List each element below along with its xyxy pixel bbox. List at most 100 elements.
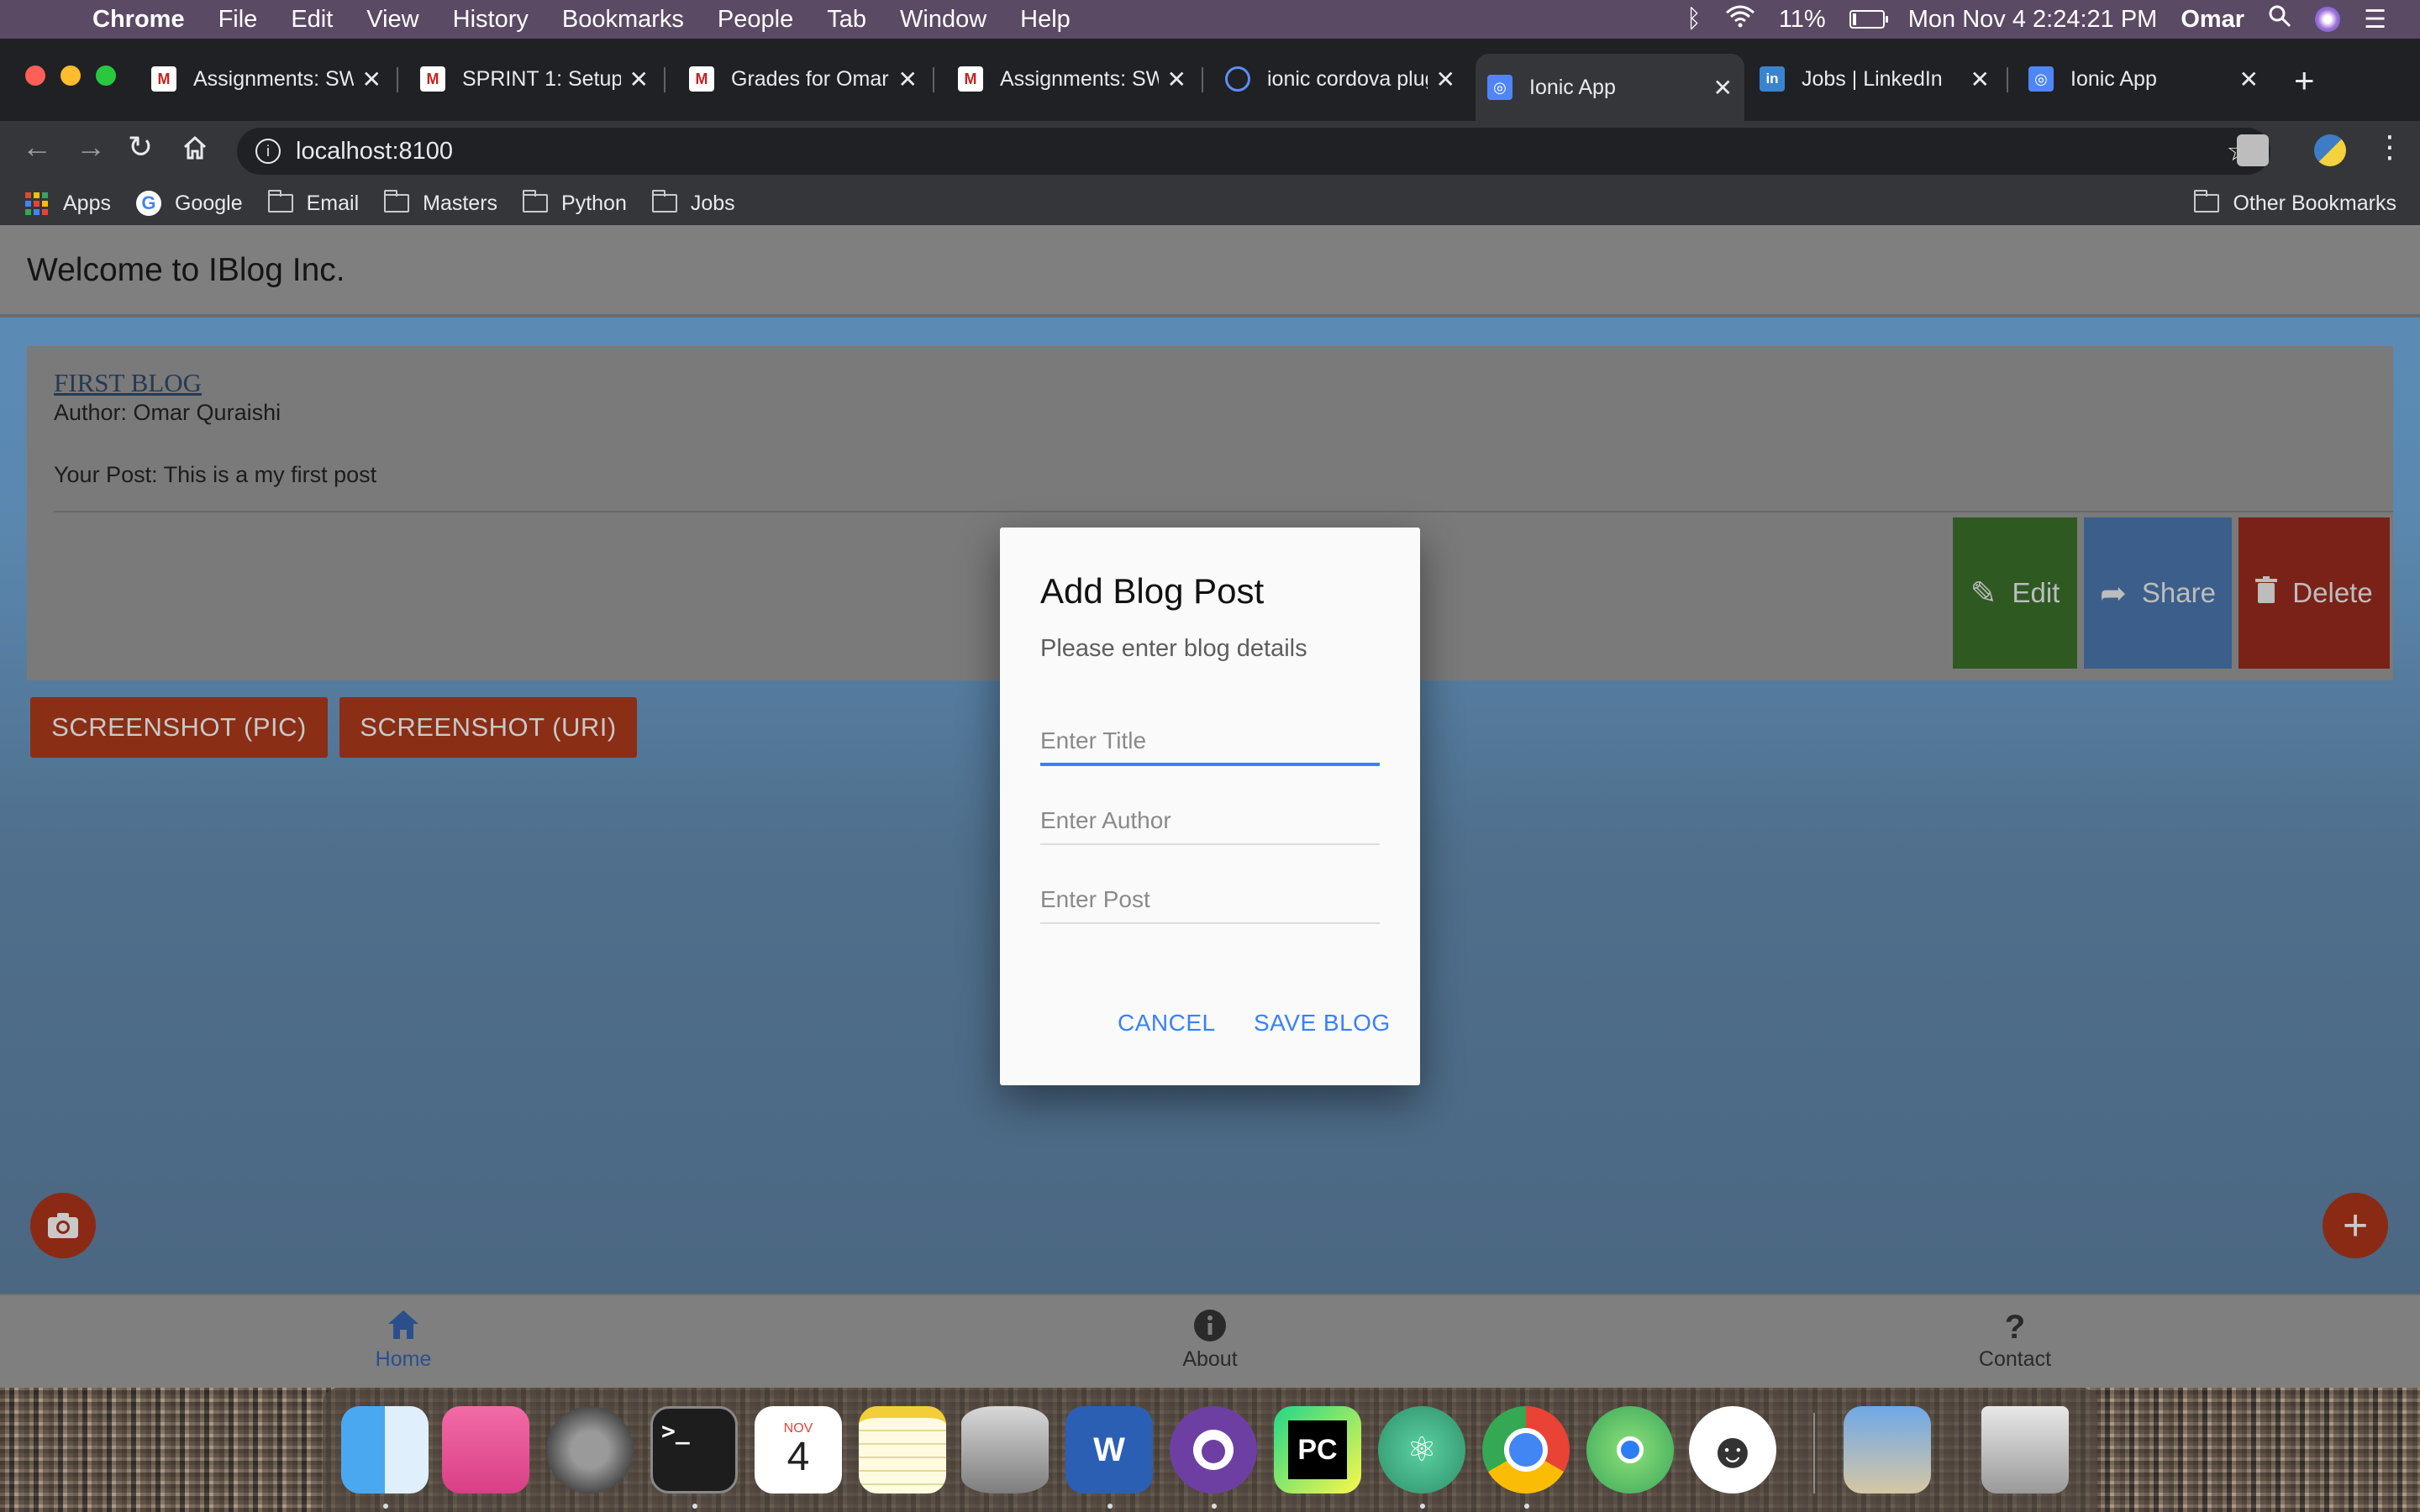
tab-contact[interactable]: ? Contact bbox=[1931, 1309, 2099, 1372]
close-tab-icon[interactable]: ✕ bbox=[2239, 66, 2259, 93]
author-input[interactable] bbox=[1040, 798, 1380, 845]
bookmark-folder-email[interactable]: Email bbox=[267, 190, 359, 216]
github-desktop-icon[interactable] bbox=[1170, 1406, 1257, 1494]
share-button[interactable]: ➦ Share bbox=[2084, 517, 2232, 669]
bluetooth-icon[interactable]: ᛒ bbox=[1686, 5, 1702, 34]
bookmark-folder-python[interactable]: Python bbox=[523, 190, 627, 216]
post-input[interactable] bbox=[1040, 877, 1380, 924]
minimize-window-button[interactable] bbox=[60, 66, 81, 86]
browser-tab-active[interactable]: ◎ Ionic App ✕ bbox=[1476, 54, 1744, 121]
menu-history[interactable]: History bbox=[453, 6, 529, 34]
notification-center-icon[interactable]: ☰ bbox=[2364, 5, 2386, 34]
zoom-window-button[interactable] bbox=[96, 66, 116, 86]
home-icon[interactable] bbox=[182, 133, 208, 168]
browser-tab[interactable]: in Jobs | LinkedIn ✕ bbox=[1748, 54, 2002, 104]
google-icon: G bbox=[135, 191, 161, 216]
edit-button[interactable]: ✎ Edit bbox=[1953, 517, 2077, 669]
user-name[interactable]: Omar bbox=[2181, 6, 2244, 34]
menu-app-name[interactable]: Chrome bbox=[92, 6, 185, 34]
find-my-icon[interactable] bbox=[1586, 1406, 1674, 1494]
system-preferences-icon[interactable] bbox=[546, 1406, 634, 1494]
running-indicator bbox=[1420, 1504, 1425, 1509]
add-post-fab-button[interactable]: + bbox=[2323, 1193, 2388, 1258]
forward-icon[interactable]: → bbox=[76, 129, 106, 165]
new-tab-button[interactable]: + bbox=[2294, 60, 2315, 101]
close-tab-icon[interactable]: ✕ bbox=[1713, 74, 1733, 102]
extension-icon[interactable] bbox=[2237, 134, 2269, 166]
macos-dock: >_ NOV 4 W PC ⚛ ☻ bbox=[323, 1388, 2097, 1512]
browser-tab[interactable]: ionic cordova plug ✕ bbox=[1213, 54, 1467, 104]
siri-icon[interactable] bbox=[2315, 7, 2341, 32]
close-tab-icon[interactable]: ✕ bbox=[1970, 66, 1990, 93]
screenshot-pic-button[interactable]: SCREENSHOT (PIC) bbox=[30, 697, 328, 758]
browser-tab[interactable]: M Assignments: SW ✕ bbox=[139, 54, 393, 104]
close-tab-icon[interactable]: ✕ bbox=[1167, 66, 1186, 93]
close-window-button[interactable] bbox=[25, 66, 45, 86]
other-bookmarks[interactable]: Other Bookmarks bbox=[2194, 190, 2396, 216]
cancel-button[interactable]: CANCEL bbox=[1118, 1010, 1216, 1037]
bookmark-folder-masters[interactable]: Masters bbox=[384, 190, 498, 216]
menu-people[interactable]: People bbox=[718, 6, 793, 34]
bookmark-google[interactable]: G Google bbox=[135, 191, 243, 216]
word-icon[interactable]: W bbox=[1065, 1406, 1153, 1494]
tab-label: SPRINT 1: Setup F bbox=[462, 66, 621, 91]
close-tab-icon[interactable]: ✕ bbox=[362, 66, 381, 93]
battery-icon[interactable] bbox=[1849, 10, 1888, 29]
reload-icon[interactable]: ↻ bbox=[128, 129, 153, 165]
close-tab-icon[interactable]: ✕ bbox=[898, 66, 918, 93]
cleanmymac-icon[interactable] bbox=[442, 1406, 529, 1494]
delete-button[interactable]: Delete bbox=[2238, 517, 2390, 669]
screenshot-uri-button[interactable]: SCREENSHOT (URI) bbox=[339, 697, 637, 758]
browser-tab[interactable]: M Assignments: SW ✕ bbox=[946, 54, 1198, 104]
browser-tab[interactable]: M Grades for Omar ( ✕ bbox=[677, 54, 929, 104]
chrome-menu-icon[interactable]: ⋮ bbox=[2375, 129, 2405, 165]
home-icon bbox=[319, 1309, 487, 1347]
address-bar[interactable]: i localhost:8100 ☆ bbox=[237, 128, 2270, 175]
bookmark-folder-jobs[interactable]: Jobs bbox=[651, 190, 735, 216]
tab-label: Grades for Omar ( bbox=[731, 66, 890, 91]
bookmark-apps[interactable]: Apps bbox=[25, 192, 111, 216]
menu-bookmarks[interactable]: Bookmarks bbox=[562, 6, 684, 34]
menu-edit[interactable]: Edit bbox=[291, 6, 333, 34]
calendar-icon[interactable]: NOV 4 bbox=[755, 1406, 842, 1494]
tab-about[interactable]: About bbox=[1126, 1309, 1294, 1372]
close-tab-icon[interactable]: ✕ bbox=[1436, 66, 1455, 93]
cheatsheet-icon[interactable]: ☻ bbox=[1689, 1406, 1776, 1494]
bookmark-label: Masters bbox=[423, 191, 498, 215]
camera-fab-button[interactable] bbox=[30, 1193, 96, 1258]
site-info-icon[interactable]: i bbox=[255, 139, 281, 164]
save-blog-button[interactable]: SAVE BLOG bbox=[1254, 1010, 1391, 1037]
menu-file[interactable]: File bbox=[218, 6, 258, 34]
database-icon[interactable] bbox=[961, 1406, 1049, 1494]
chrome-center bbox=[1504, 1428, 1548, 1472]
chrome-toolbar: ← → ↻ i localhost:8100 ☆ ⋮ bbox=[0, 121, 2420, 181]
folder-icon bbox=[651, 190, 677, 213]
spotlight-search-icon[interactable] bbox=[2268, 4, 2291, 34]
close-tab-icon[interactable]: ✕ bbox=[629, 66, 649, 93]
atom-icon[interactable]: ⚛ bbox=[1378, 1406, 1465, 1494]
trash-icon[interactable] bbox=[1981, 1406, 2069, 1494]
menu-view[interactable]: View bbox=[366, 6, 418, 34]
wifi-icon[interactable] bbox=[1725, 4, 1755, 34]
tab-separator bbox=[1202, 67, 1203, 92]
pycharm-icon[interactable]: PC bbox=[1274, 1406, 1361, 1494]
python-extension-icon[interactable] bbox=[2314, 134, 2346, 166]
browser-tab[interactable]: M SPRINT 1: Setup F ✕ bbox=[408, 54, 660, 104]
blog-post-title-link[interactable]: FIRST BLOG bbox=[54, 368, 202, 398]
menu-tab[interactable]: Tab bbox=[827, 6, 866, 34]
calendar-day: 4 bbox=[786, 1435, 810, 1479]
menu-help[interactable]: Help bbox=[1020, 6, 1071, 34]
running-indicator bbox=[1212, 1504, 1217, 1509]
chrome-icon[interactable] bbox=[1482, 1406, 1570, 1494]
tab-home[interactable]: Home bbox=[319, 1309, 487, 1372]
bookmark-label: Apps bbox=[63, 191, 111, 215]
browser-tab[interactable]: ◎ Ionic App ✕ bbox=[2017, 54, 2270, 104]
menu-window[interactable]: Window bbox=[900, 6, 986, 34]
finder-icon[interactable] bbox=[341, 1406, 429, 1494]
preview-icon[interactable] bbox=[1844, 1406, 1931, 1494]
terminal-icon[interactable]: >_ bbox=[650, 1406, 738, 1494]
title-input[interactable] bbox=[1040, 719, 1380, 766]
clock[interactable]: Mon Nov 4 2:24:21 PM bbox=[1908, 6, 2158, 34]
back-icon[interactable]: ← bbox=[22, 129, 52, 165]
notes-icon[interactable] bbox=[859, 1406, 946, 1494]
